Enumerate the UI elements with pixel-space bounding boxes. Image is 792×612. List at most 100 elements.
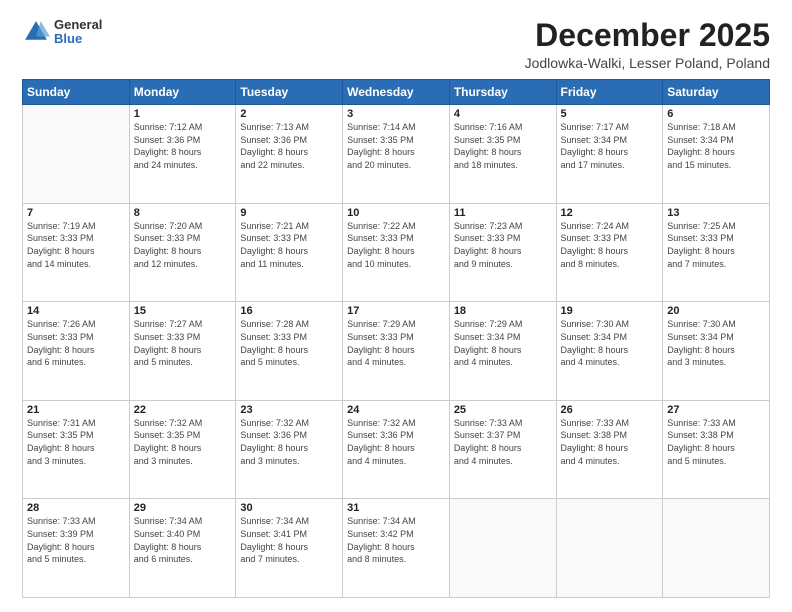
table-row: 29Sunrise: 7:34 AMSunset: 3:40 PMDayligh…: [129, 499, 236, 598]
day-info: Sunrise: 7:33 AMSunset: 3:38 PMDaylight:…: [667, 417, 765, 467]
table-row: 11Sunrise: 7:23 AMSunset: 3:33 PMDayligh…: [449, 203, 556, 302]
table-row: 20Sunrise: 7:30 AMSunset: 3:34 PMDayligh…: [663, 302, 770, 401]
day-info: Sunrise: 7:18 AMSunset: 3:34 PMDaylight:…: [667, 121, 765, 171]
day-number: 29: [134, 502, 232, 514]
day-number: 27: [667, 404, 765, 416]
day-info: Sunrise: 7:25 AMSunset: 3:33 PMDaylight:…: [667, 220, 765, 270]
logo-blue: Blue: [54, 32, 102, 46]
logo-text: General Blue: [54, 18, 102, 47]
day-number: 13: [667, 207, 765, 219]
day-info: Sunrise: 7:32 AMSunset: 3:36 PMDaylight:…: [240, 417, 338, 467]
day-number: 10: [347, 207, 445, 219]
col-tuesday: Tuesday: [236, 80, 343, 105]
day-number: 15: [134, 305, 232, 317]
table-row: 14Sunrise: 7:26 AMSunset: 3:33 PMDayligh…: [23, 302, 130, 401]
day-info: Sunrise: 7:27 AMSunset: 3:33 PMDaylight:…: [134, 318, 232, 368]
day-number: 2: [240, 108, 338, 120]
day-info: Sunrise: 7:23 AMSunset: 3:33 PMDaylight:…: [454, 220, 552, 270]
header: General Blue December 2025 Jodlowka-Walk…: [22, 18, 770, 71]
table-row: 4Sunrise: 7:16 AMSunset: 3:35 PMDaylight…: [449, 105, 556, 204]
calendar-table: Sunday Monday Tuesday Wednesday Thursday…: [22, 79, 770, 598]
page: General Blue December 2025 Jodlowka-Walk…: [0, 0, 792, 612]
table-row: 1Sunrise: 7:12 AMSunset: 3:36 PMDaylight…: [129, 105, 236, 204]
table-row: 9Sunrise: 7:21 AMSunset: 3:33 PMDaylight…: [236, 203, 343, 302]
table-row: 12Sunrise: 7:24 AMSunset: 3:33 PMDayligh…: [556, 203, 663, 302]
day-info: Sunrise: 7:16 AMSunset: 3:35 PMDaylight:…: [454, 121, 552, 171]
day-number: 28: [27, 502, 125, 514]
table-row: 27Sunrise: 7:33 AMSunset: 3:38 PMDayligh…: [663, 400, 770, 499]
table-row: 25Sunrise: 7:33 AMSunset: 3:37 PMDayligh…: [449, 400, 556, 499]
table-row: 8Sunrise: 7:20 AMSunset: 3:33 PMDaylight…: [129, 203, 236, 302]
day-info: Sunrise: 7:22 AMSunset: 3:33 PMDaylight:…: [347, 220, 445, 270]
day-number: 6: [667, 108, 765, 120]
day-info: Sunrise: 7:34 AMSunset: 3:41 PMDaylight:…: [240, 515, 338, 565]
day-number: 25: [454, 404, 552, 416]
table-row: 23Sunrise: 7:32 AMSunset: 3:36 PMDayligh…: [236, 400, 343, 499]
day-info: Sunrise: 7:34 AMSunset: 3:40 PMDaylight:…: [134, 515, 232, 565]
day-number: 16: [240, 305, 338, 317]
table-row: 19Sunrise: 7:30 AMSunset: 3:34 PMDayligh…: [556, 302, 663, 401]
day-info: Sunrise: 7:12 AMSunset: 3:36 PMDaylight:…: [134, 121, 232, 171]
table-row: 15Sunrise: 7:27 AMSunset: 3:33 PMDayligh…: [129, 302, 236, 401]
day-info: Sunrise: 7:26 AMSunset: 3:33 PMDaylight:…: [27, 318, 125, 368]
table-row: 30Sunrise: 7:34 AMSunset: 3:41 PMDayligh…: [236, 499, 343, 598]
table-row: 13Sunrise: 7:25 AMSunset: 3:33 PMDayligh…: [663, 203, 770, 302]
day-number: 9: [240, 207, 338, 219]
calendar-week-row: 7Sunrise: 7:19 AMSunset: 3:33 PMDaylight…: [23, 203, 770, 302]
day-number: 18: [454, 305, 552, 317]
day-info: Sunrise: 7:29 AMSunset: 3:33 PMDaylight:…: [347, 318, 445, 368]
day-number: 23: [240, 404, 338, 416]
table-row: 31Sunrise: 7:34 AMSunset: 3:42 PMDayligh…: [343, 499, 450, 598]
day-info: Sunrise: 7:31 AMSunset: 3:35 PMDaylight:…: [27, 417, 125, 467]
table-row: 24Sunrise: 7:32 AMSunset: 3:36 PMDayligh…: [343, 400, 450, 499]
day-info: Sunrise: 7:24 AMSunset: 3:33 PMDaylight:…: [561, 220, 659, 270]
logo-general: General: [54, 18, 102, 32]
table-row: 18Sunrise: 7:29 AMSunset: 3:34 PMDayligh…: [449, 302, 556, 401]
day-number: 22: [134, 404, 232, 416]
table-row: 7Sunrise: 7:19 AMSunset: 3:33 PMDaylight…: [23, 203, 130, 302]
day-number: 1: [134, 108, 232, 120]
table-row: 17Sunrise: 7:29 AMSunset: 3:33 PMDayligh…: [343, 302, 450, 401]
col-wednesday: Wednesday: [343, 80, 450, 105]
day-info: Sunrise: 7:30 AMSunset: 3:34 PMDaylight:…: [561, 318, 659, 368]
day-info: Sunrise: 7:30 AMSunset: 3:34 PMDaylight:…: [667, 318, 765, 368]
logo-icon: [22, 18, 50, 46]
day-number: 24: [347, 404, 445, 416]
day-info: Sunrise: 7:20 AMSunset: 3:33 PMDaylight:…: [134, 220, 232, 270]
day-info: Sunrise: 7:33 AMSunset: 3:38 PMDaylight:…: [561, 417, 659, 467]
table-row: 6Sunrise: 7:18 AMSunset: 3:34 PMDaylight…: [663, 105, 770, 204]
day-info: Sunrise: 7:33 AMSunset: 3:39 PMDaylight:…: [27, 515, 125, 565]
day-info: Sunrise: 7:17 AMSunset: 3:34 PMDaylight:…: [561, 121, 659, 171]
day-number: 20: [667, 305, 765, 317]
calendar-week-row: 1Sunrise: 7:12 AMSunset: 3:36 PMDaylight…: [23, 105, 770, 204]
title-month: December 2025: [525, 18, 770, 53]
table-row: [449, 499, 556, 598]
col-sunday: Sunday: [23, 80, 130, 105]
table-row: 21Sunrise: 7:31 AMSunset: 3:35 PMDayligh…: [23, 400, 130, 499]
day-number: 30: [240, 502, 338, 514]
day-info: Sunrise: 7:29 AMSunset: 3:34 PMDaylight:…: [454, 318, 552, 368]
day-number: 11: [454, 207, 552, 219]
table-row: 26Sunrise: 7:33 AMSunset: 3:38 PMDayligh…: [556, 400, 663, 499]
day-number: 17: [347, 305, 445, 317]
col-thursday: Thursday: [449, 80, 556, 105]
day-info: Sunrise: 7:21 AMSunset: 3:33 PMDaylight:…: [240, 220, 338, 270]
col-friday: Friday: [556, 80, 663, 105]
calendar-header-row: Sunday Monday Tuesday Wednesday Thursday…: [23, 80, 770, 105]
day-info: Sunrise: 7:34 AMSunset: 3:42 PMDaylight:…: [347, 515, 445, 565]
day-info: Sunrise: 7:14 AMSunset: 3:35 PMDaylight:…: [347, 121, 445, 171]
day-number: 3: [347, 108, 445, 120]
calendar-week-row: 14Sunrise: 7:26 AMSunset: 3:33 PMDayligh…: [23, 302, 770, 401]
day-info: Sunrise: 7:33 AMSunset: 3:37 PMDaylight:…: [454, 417, 552, 467]
col-monday: Monday: [129, 80, 236, 105]
day-number: 12: [561, 207, 659, 219]
day-number: 8: [134, 207, 232, 219]
calendar-week-row: 21Sunrise: 7:31 AMSunset: 3:35 PMDayligh…: [23, 400, 770, 499]
table-row: [23, 105, 130, 204]
day-number: 26: [561, 404, 659, 416]
day-number: 14: [27, 305, 125, 317]
day-info: Sunrise: 7:32 AMSunset: 3:36 PMDaylight:…: [347, 417, 445, 467]
day-info: Sunrise: 7:32 AMSunset: 3:35 PMDaylight:…: [134, 417, 232, 467]
day-info: Sunrise: 7:28 AMSunset: 3:33 PMDaylight:…: [240, 318, 338, 368]
day-number: 5: [561, 108, 659, 120]
